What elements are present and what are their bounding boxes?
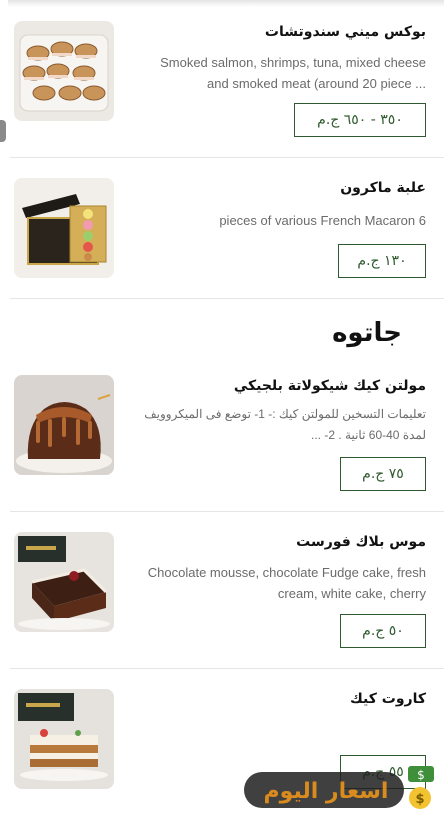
menu-item[interactable]: علبة ماكرون 6 pieces of various French M… <box>10 158 444 299</box>
svg-text:$: $ <box>415 792 424 807</box>
macaron-box-photo[interactable] <box>14 178 114 278</box>
price-tag[interactable]: ٧٥ ج.م <box>340 457 426 491</box>
carrot-cake-photo[interactable] <box>14 689 114 789</box>
item-description: Chocolate mousse, chocolate Fudge cake, … <box>147 565 426 601</box>
menu-item[interactable]: مولتن كيك شيكولاتة بلجيكي تعليمات التسخي… <box>10 360 444 512</box>
section-title-gateau: جاتوه <box>332 318 402 348</box>
side-scroll-tab[interactable] <box>0 120 6 142</box>
item-description: Smoked salmon, shrimps, tuna, mixed chee… <box>160 55 426 91</box>
item-title[interactable]: موس بلاك فورست <box>296 534 426 550</box>
svg-text:$: $ <box>417 768 425 782</box>
price-tag[interactable]: ٥٠ ج.م <box>340 614 426 648</box>
svg-text:اسعار اليوم: اسعار اليوم <box>264 779 389 804</box>
site-watermark-logo: اسعار اليوم $ $ <box>244 760 440 812</box>
item-title[interactable]: بوكس ميني سندوتشات <box>265 24 426 40</box>
item-title[interactable]: كاروت كيك <box>350 691 426 707</box>
item-title[interactable]: مولتن كيك شيكولاتة بلجيكي <box>234 378 426 394</box>
item-title[interactable]: علبة ماكرون <box>340 180 426 196</box>
molten-cake-photo[interactable] <box>14 375 114 475</box>
price-tag[interactable]: ١٣٠ ج.م <box>338 244 426 278</box>
item-description: تعليمات التسخين للمولتن كيك :- 1- توضع ف… <box>144 407 426 442</box>
item-description: 6 pieces of various French Macaron <box>219 213 426 228</box>
price-tag[interactable]: ٣٥٠ - ٦٥٠ ج.م <box>294 103 426 137</box>
menu-item[interactable]: موس بلاك فورست Chocolate mousse, chocola… <box>10 512 444 669</box>
black-forest-mousse-photo[interactable] <box>14 532 114 632</box>
mini-sandwich-box-photo[interactable] <box>14 21 114 121</box>
menu-item[interactable]: بوكس ميني سندوتشات Smoked salmon, shrimp… <box>10 6 444 158</box>
